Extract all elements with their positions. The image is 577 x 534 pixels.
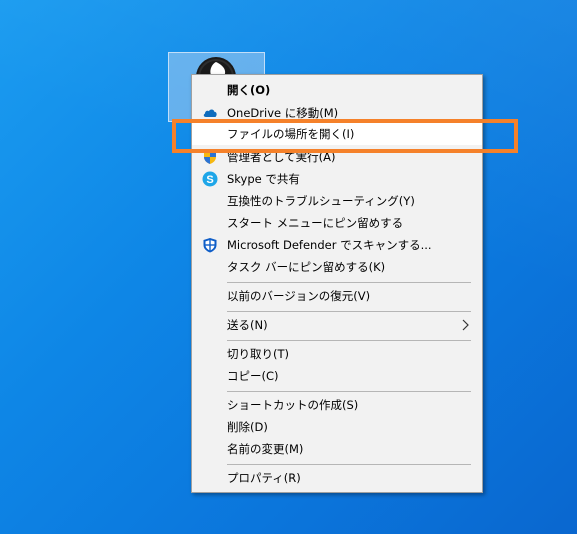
menu-item-label: スタート メニューにピン留めする — [227, 216, 404, 230]
menu-item-label: 送る(N) — [227, 318, 268, 332]
menu-item-rename[interactable]: 名前の変更(M) — [192, 438, 482, 460]
svg-text:S: S — [206, 174, 213, 186]
menu-item-label: ショートカットの作成(S) — [227, 398, 359, 412]
menu-item-label: 切り取り(T) — [227, 347, 289, 361]
menu-separator — [227, 340, 471, 341]
menu-separator — [227, 391, 471, 392]
menu-separator — [227, 464, 471, 465]
menu-item-label: 開く(O) — [227, 83, 271, 97]
menu-item-label: 名前の変更(M) — [227, 442, 304, 456]
menu-separator — [227, 282, 471, 283]
menu-item-pin-to-taskbar[interactable]: タスク バーにピン留めする(K) — [192, 256, 482, 278]
menu-item-label: 削除(D) — [227, 420, 268, 434]
skype-icon: S — [202, 171, 218, 187]
menu-item-label: コピー(C) — [227, 369, 279, 383]
menu-item-pin-to-start[interactable]: スタート メニューにピン留めする — [192, 212, 482, 234]
desktop[interactable]: 開く(O) OneDrive に移動(M) ファイルの場所を開く(I) 管理者と… — [0, 0, 577, 534]
menu-item-defender-scan[interactable]: Microsoft Defender でスキャンする... — [192, 234, 482, 256]
chevron-right-icon — [462, 319, 469, 331]
menu-item-label: タスク バーにピン留めする(K) — [227, 260, 386, 274]
defender-icon — [203, 238, 217, 253]
menu-item-label: プロパティ(R) — [227, 471, 301, 485]
menu-item-cut[interactable]: 切り取り(T) — [192, 343, 482, 365]
menu-item-delete[interactable]: 削除(D) — [192, 416, 482, 438]
menu-item-share-skype[interactable]: S Skype で共有 — [192, 168, 482, 190]
menu-item-send-to[interactable]: 送る(N) — [192, 314, 482, 336]
menu-item-copy[interactable]: コピー(C) — [192, 365, 482, 387]
highlight-annotation-box — [172, 119, 518, 153]
menu-item-create-shortcut[interactable]: ショートカットの作成(S) — [192, 394, 482, 416]
menu-item-label: Microsoft Defender でスキャンする... — [227, 238, 432, 252]
menu-item-compat-troubleshoot[interactable]: 互換性のトラブルシューティング(Y) — [192, 190, 482, 212]
menu-item-restore-previous-versions[interactable]: 以前のバージョンの復元(V) — [192, 285, 482, 307]
menu-separator — [227, 311, 471, 312]
menu-item-label: 互換性のトラブルシューティング(Y) — [227, 194, 415, 208]
menu-item-open[interactable]: 開く(O) — [192, 79, 482, 101]
menu-item-label: 以前のバージョンの復元(V) — [227, 289, 371, 303]
menu-item-label: Skype で共有 — [227, 172, 300, 186]
menu-item-properties[interactable]: プロパティ(R) — [192, 467, 482, 489]
